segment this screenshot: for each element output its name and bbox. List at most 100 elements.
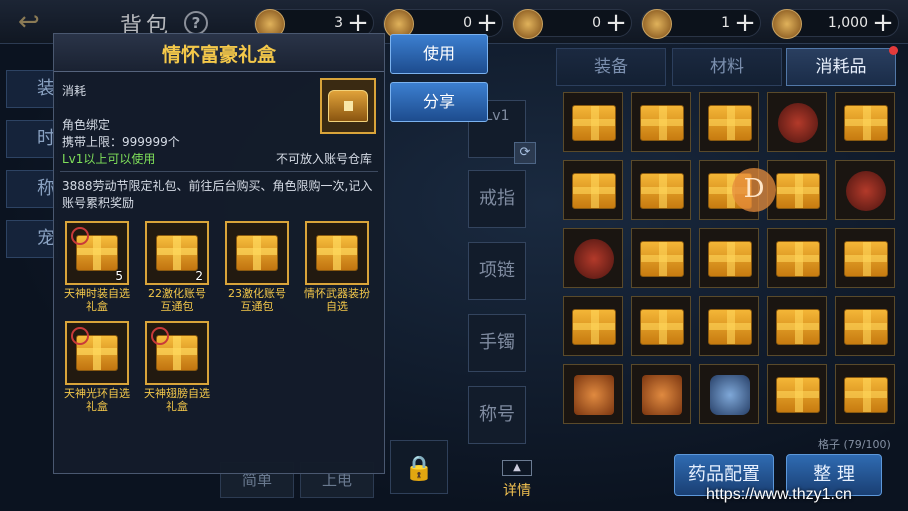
back-button[interactable]: ↩: [18, 8, 78, 36]
gift-box-icon: [708, 241, 752, 277]
reward-icon: [305, 221, 369, 285]
reward-item[interactable]: 5 天神时装自选礼盒: [64, 221, 130, 313]
add-currency-button[interactable]: +: [474, 9, 500, 37]
level-label: Lv1: [484, 108, 510, 124]
inventory-slot[interactable]: [835, 364, 895, 424]
reward-name: 天神翅膀自选礼盒: [144, 387, 210, 413]
inventory-tabs: 装备 材料 消耗品: [556, 46, 902, 86]
gift-box-icon: [844, 241, 888, 277]
left-tab[interactable]: 称: [6, 170, 58, 208]
tab-equipment[interactable]: 装备: [556, 48, 666, 86]
item-detail-popup: 情怀富豪礼盒 消耗 角色绑定 携带上限：999999个 Lv1以上可以使用 不可…: [53, 33, 385, 474]
detail-button[interactable]: ▲ 详情: [500, 460, 534, 500]
popup-header: 情怀富豪礼盒: [54, 34, 384, 72]
gift-box-icon: [572, 105, 616, 141]
gift-bag-icon: [574, 375, 614, 415]
gift-box-icon: [844, 105, 888, 141]
inventory-slot[interactable]: [563, 160, 623, 220]
detail-label: 详情: [503, 483, 531, 499]
inventory-slot[interactable]: [767, 160, 827, 220]
use-button[interactable]: 使用: [390, 34, 488, 74]
gift-box-icon: [776, 309, 820, 345]
inventory-slot[interactable]: [631, 92, 691, 152]
popup-title: 情怀富豪礼盒: [161, 44, 276, 66]
gift-box-icon: [708, 105, 752, 141]
left-tab[interactable]: 宠: [6, 220, 58, 258]
currency-2: 0 +: [383, 9, 503, 39]
inventory-slot[interactable]: [699, 364, 759, 424]
gift-box-icon: [640, 173, 684, 209]
inventory-slot[interactable]: [767, 364, 827, 424]
reward-count: 2: [195, 269, 203, 283]
reward-item[interactable]: 情怀武器装扮自选: [304, 221, 370, 313]
currency-value: 3: [334, 15, 343, 31]
gift-box-icon: [640, 105, 684, 141]
gold-coin-icon: [642, 9, 672, 39]
reward-icon: 5: [65, 221, 129, 285]
left-tab[interactable]: 装: [6, 70, 58, 108]
add-currency-button[interactable]: +: [603, 9, 629, 37]
treasure-chest-icon: [328, 90, 368, 122]
reward-icon: [225, 221, 289, 285]
inventory-slot[interactable]: [631, 228, 691, 288]
inventory-slot[interactable]: [835, 296, 895, 356]
currency-3: 0 +: [512, 9, 632, 39]
inventory-slot[interactable]: [699, 296, 759, 356]
inventory-slot[interactable]: [835, 160, 895, 220]
bracelet-slot[interactable]: 手镯: [468, 314, 526, 372]
reward-item[interactable]: 天神翅膀自选礼盒: [144, 321, 210, 413]
reward-item[interactable]: 23激化账号互通包: [224, 221, 290, 313]
gift-box-icon: [776, 173, 820, 209]
gift-box-icon: [156, 235, 198, 271]
tab-materials[interactable]: 材料: [672, 48, 782, 86]
add-currency-button[interactable]: +: [732, 9, 758, 37]
bag-coin-icon: [772, 9, 802, 39]
floating-badge[interactable]: D: [732, 168, 776, 212]
tab-consumables[interactable]: 消耗品: [786, 46, 898, 86]
gift-box-icon: [640, 309, 684, 345]
reward-count: 5: [115, 269, 123, 283]
ribbon-icon: [71, 227, 89, 245]
inventory-slot[interactable]: [835, 92, 895, 152]
scroll-icon: [513, 9, 543, 39]
inventory-slot[interactable]: [767, 296, 827, 356]
watermark: https://www.thzy1.cn: [706, 486, 852, 503]
reward-icon: [145, 321, 209, 385]
currency-value: 0: [592, 15, 601, 31]
inventory-slot[interactable]: [767, 228, 827, 288]
ring-slot[interactable]: 戒指: [468, 170, 526, 228]
notification-dot: [889, 46, 898, 55]
inventory-slot[interactable]: [699, 228, 759, 288]
inventory-slot[interactable]: [631, 160, 691, 220]
help-button[interactable]: ?: [184, 11, 208, 35]
inventory-slot[interactable]: [563, 92, 623, 152]
reward-item[interactable]: 2 22激化账号互通包: [144, 221, 210, 313]
title-slot[interactable]: 称号: [468, 386, 526, 444]
inventory-slot[interactable]: [563, 364, 623, 424]
chevron-up-icon: ▲: [502, 460, 532, 476]
item-limit: 携带上限：999999个: [62, 135, 180, 149]
reward-item[interactable]: 天神光环自选礼盒: [64, 321, 130, 413]
treasure-chest-icon: [778, 103, 818, 143]
inventory-slot[interactable]: [631, 364, 691, 424]
add-currency-button[interactable]: +: [870, 9, 896, 37]
refresh-icon[interactable]: ⟳: [514, 142, 536, 164]
inventory-grid: [563, 92, 901, 427]
share-button[interactable]: 分享: [390, 82, 488, 122]
reward-name: 天神光环自选礼盒: [64, 387, 130, 413]
wing-icon: [710, 375, 750, 415]
lock-icon[interactable]: 🔒: [390, 440, 448, 494]
necklace-slot[interactable]: 项链: [468, 242, 526, 300]
inventory-slot[interactable]: [563, 296, 623, 356]
inventory-slot[interactable]: [631, 296, 691, 356]
inventory-slot[interactable]: [699, 92, 759, 152]
left-tab[interactable]: 时: [6, 120, 58, 158]
gift-box-icon: [572, 173, 616, 209]
ribbon-icon: [151, 327, 169, 345]
gift-box-icon: [844, 309, 888, 345]
reward-name: 22激化账号互通包: [148, 287, 206, 313]
inventory-slot[interactable]: [563, 228, 623, 288]
inventory-slot[interactable]: [835, 228, 895, 288]
inventory-slot[interactable]: [767, 92, 827, 152]
reward-name: 23激化账号互通包: [228, 287, 286, 313]
